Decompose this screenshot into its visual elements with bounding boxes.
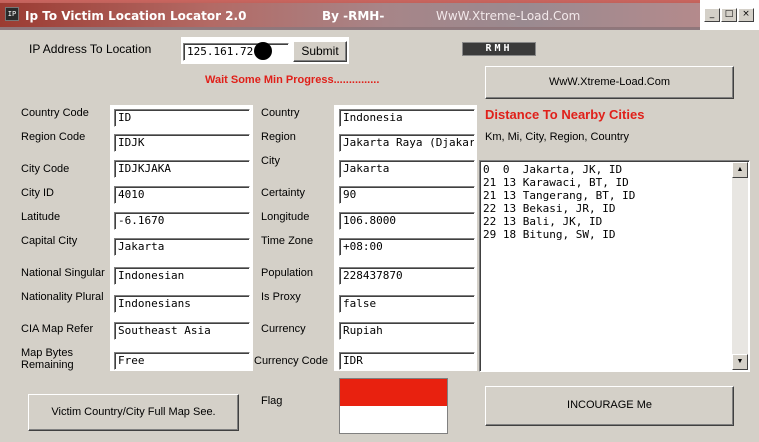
full-map-button[interactable]: Victim Country/City Full Map See.: [28, 394, 239, 431]
region-field[interactable]: Jakarta Raya (Djakarta: [339, 134, 475, 152]
is-proxy-field[interactable]: false: [339, 295, 475, 313]
scroll-down-icon[interactable]: ▼: [732, 354, 748, 370]
cursor-dot: [254, 42, 272, 60]
national-singular-label: National Singular: [21, 267, 105, 279]
flag-red-band: [340, 379, 447, 406]
list-scrollbar[interactable]: ▲ ▼: [732, 162, 748, 370]
currency-label: Currency: [261, 323, 306, 335]
list-item[interactable]: 22 13 Bekasi, JR, ID: [480, 202, 749, 215]
nearby-cities-title: Distance To Nearby Cities: [485, 107, 645, 122]
progress-status: Wait Some Min Progress...............: [205, 74, 380, 86]
close-button[interactable]: ×: [738, 8, 754, 22]
city-field[interactable]: Jakarta: [339, 160, 475, 178]
nationality-plural-label: Nationality Plural: [21, 291, 104, 303]
ip-address-label: IP Address To Location: [29, 42, 152, 56]
app-icon[interactable]: IP: [5, 7, 19, 21]
submit-button[interactable]: Submit: [293, 41, 347, 62]
ip-address-input[interactable]: 125.161.72.: [183, 43, 289, 61]
nationality-plural-field[interactable]: Indonesians: [114, 295, 250, 313]
cia-map-field[interactable]: Southeast Asia: [114, 322, 250, 340]
map-bytes-label: Map Bytes Remaining: [21, 347, 74, 371]
city-code-field[interactable]: IDJKJAKA: [114, 160, 250, 178]
map-bytes-field[interactable]: Free: [114, 352, 250, 370]
national-singular-field[interactable]: Indonesian: [114, 267, 250, 285]
cia-map-label: CIA Map Refer: [21, 323, 94, 335]
list-item[interactable]: 21 13 Tangerang, BT, ID: [480, 189, 749, 202]
site-link-button[interactable]: WwW.Xtreme-Load.Com: [485, 66, 734, 99]
list-item[interactable]: 29 18 Bitung, SW, ID: [480, 228, 749, 241]
country-code-field[interactable]: ID: [114, 109, 250, 127]
latitude-field[interactable]: -6.1670: [114, 212, 250, 230]
capital-city-field[interactable]: Jakarta: [114, 238, 250, 256]
country-label: Country: [261, 107, 300, 119]
region-label: Region: [261, 131, 296, 143]
longitude-field[interactable]: 106.8000: [339, 212, 475, 230]
maximize-button[interactable]: □: [721, 8, 737, 22]
certainty-label: Certainty: [261, 187, 306, 199]
city-id-label: City ID: [21, 187, 54, 199]
city-label: City: [261, 155, 280, 167]
list-item[interactable]: 0 0 Jakarta, JK, ID: [480, 163, 749, 176]
time-zone-field[interactable]: +08:00: [339, 238, 475, 256]
longitude-label: Longitude: [261, 211, 310, 223]
is-proxy-label: Is Proxy: [261, 291, 301, 303]
window-title: Ip To Victim Location Locator 2.0: [25, 9, 247, 23]
city-code-label: City Code: [21, 163, 70, 175]
encourage-button[interactable]: INCOURAGE Me: [485, 386, 734, 426]
scroll-up-icon[interactable]: ▲: [732, 162, 748, 178]
city-id-field[interactable]: 4010: [114, 186, 250, 204]
flag-white-band: [340, 406, 447, 433]
window-site: WwW.Xtreme-Load.Com: [436, 9, 581, 23]
flag-label: Flag: [261, 395, 283, 407]
latitude-label: Latitude: [21, 211, 61, 223]
list-item[interactable]: 21 13 Karawaci, BT, ID: [480, 176, 749, 189]
population-field[interactable]: 228437870: [339, 267, 475, 285]
population-label: Population: [261, 267, 313, 279]
country-flag-image: [339, 378, 448, 434]
nearby-cities-header: Km, Mi, City, Region, Country: [485, 131, 630, 143]
minimize-button[interactable]: _: [704, 8, 720, 22]
certainty-field[interactable]: 90: [339, 186, 475, 204]
currency-code-field[interactable]: IDR: [339, 352, 475, 370]
currency-code-label: Currency Code: [254, 355, 328, 367]
rmh-logo: RMH: [462, 42, 536, 56]
window-author: By -RMH-: [322, 9, 385, 23]
nearby-cities-list[interactable]: 0 0 Jakarta, JK, ID 21 13 Karawaci, BT, …: [479, 160, 750, 372]
country-field[interactable]: Indonesia: [339, 109, 475, 127]
title-bar: IP Ip To Victim Location Locator 2.0 By …: [0, 0, 759, 30]
currency-field[interactable]: Rupiah: [339, 322, 475, 340]
region-code-field[interactable]: IDJK: [114, 134, 250, 152]
country-code-label: Country Code: [21, 107, 89, 119]
time-zone-label: Time Zone: [261, 235, 314, 247]
region-code-label: Region Code: [21, 131, 86, 143]
list-item[interactable]: 22 13 Bali, JK, ID: [480, 215, 749, 228]
capital-city-label: Capital City: [21, 235, 78, 247]
